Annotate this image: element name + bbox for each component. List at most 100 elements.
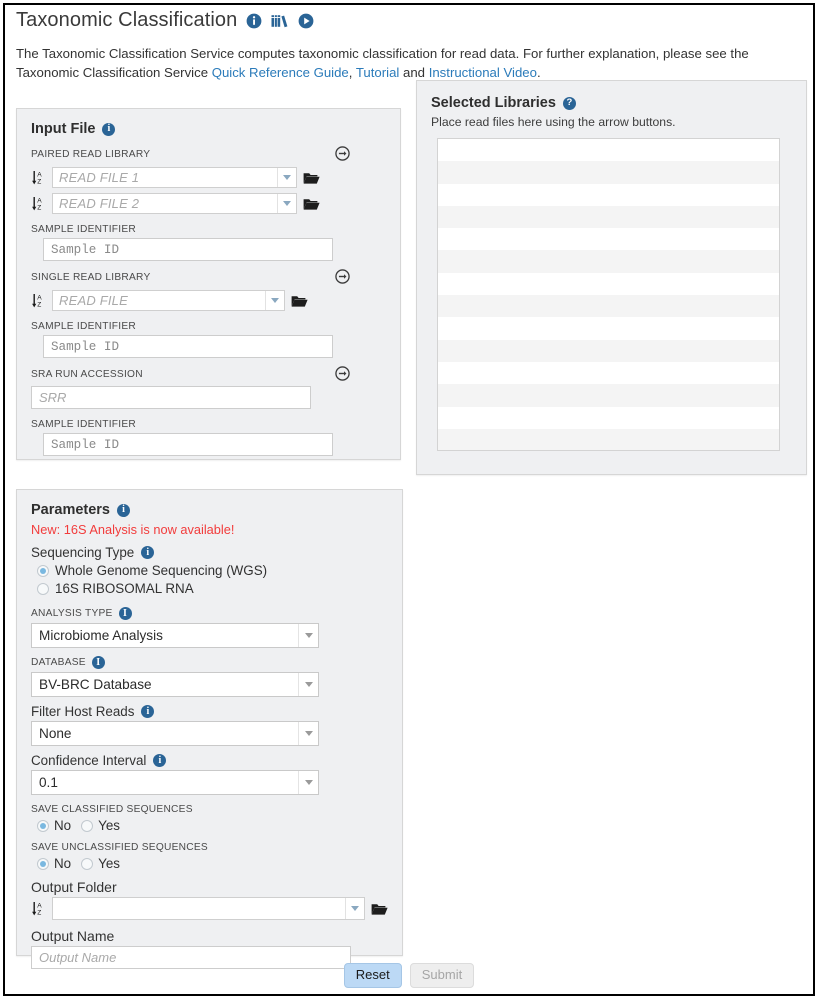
input-file-title-text: Input File	[31, 121, 96, 137]
read-file-1-dropdown-caret[interactable]	[277, 168, 296, 187]
browse-folder-icon-single[interactable]	[291, 294, 308, 308]
radio-button-save-unclassified-yes[interactable]	[81, 857, 94, 870]
sample-id-input-single[interactable]: Sample ID	[43, 335, 333, 358]
selected-library-row[interactable]	[438, 384, 779, 407]
submit-button[interactable]: Submit	[409, 963, 475, 989]
browse-folder-icon-output[interactable]	[371, 902, 388, 916]
add-sra-run-button[interactable]	[335, 366, 350, 386]
save-classified-no-option[interactable]: No	[37, 818, 71, 833]
filter-host-reads-select[interactable]: None	[31, 721, 319, 746]
link-instructional-video[interactable]: Instructional Video	[429, 65, 537, 80]
filter-host-reads-caret[interactable]	[298, 722, 318, 745]
radio-label-save-unclassified-no: No	[54, 856, 72, 871]
read-file-2-dropdown-caret[interactable]	[277, 194, 296, 213]
arrow-right-circle-icon	[335, 146, 350, 161]
sort-az-icon-single-read[interactable]: A Z	[31, 292, 46, 309]
selected-library-row[interactable]	[438, 139, 779, 162]
sample-id-input-paired[interactable]: Sample ID	[43, 238, 333, 261]
sample-identifier-label-sra: SAMPLE IDENTIFIER	[31, 419, 386, 430]
filter-host-reads-info-icon[interactable]: i	[141, 705, 155, 718]
radio-button-save-classified-no[interactable]	[37, 819, 49, 832]
analysis-type-caret[interactable]	[298, 624, 318, 647]
play-video-icon[interactable]	[298, 13, 314, 29]
link-tutorial[interactable]: Tutorial	[356, 65, 399, 80]
output-folder-label-text: Output Folder	[31, 879, 117, 895]
read-file-2-combobox[interactable]: READ FILE 2	[52, 193, 297, 214]
link-quick-reference-guide[interactable]: Quick Reference Guide	[212, 65, 349, 80]
sample-id-placeholder-paired: Sample ID	[51, 242, 120, 257]
browse-folder-icon-read1[interactable]	[303, 171, 320, 185]
database-caret[interactable]	[298, 673, 318, 696]
save-unclassified-label-text: SAVE UNCLASSIFIED SEQUENCES	[31, 842, 208, 853]
radio-sequencing-16s[interactable]: 16S RIBOSOMAL RNA	[37, 581, 388, 596]
radio-button-wgs[interactable]	[37, 564, 49, 577]
selected-libraries-subtitle: Place read files here using the arrow bu…	[431, 115, 676, 129]
selected-library-row[interactable]	[438, 406, 779, 429]
database-value: BV-BRC Database	[39, 677, 152, 692]
svg-text:A: A	[37, 172, 42, 179]
info-circle-icon[interactable]	[246, 13, 262, 29]
single-read-library-label-text: SINGLE READ LIBRARY	[31, 272, 151, 283]
selected-libraries-title-text: Selected Libraries	[431, 95, 556, 111]
sample-id-input-sra[interactable]: Sample ID	[43, 433, 333, 456]
database-select[interactable]: BV-BRC Database	[31, 672, 319, 697]
save-classified-yes-option[interactable]: Yes	[81, 818, 120, 833]
sequencing-type-info-icon[interactable]: i	[141, 546, 155, 559]
selected-library-row[interactable]	[438, 228, 779, 251]
svg-text:Z: Z	[37, 910, 41, 917]
save-unclassified-yes-option[interactable]: Yes	[81, 856, 120, 871]
confidence-interval-label-text: Confidence Interval	[31, 753, 147, 768]
parameters-title: Parameters i	[31, 502, 388, 518]
desc-sep-2: and	[399, 65, 429, 80]
save-classified-label-text: SAVE CLASSIFIED SEQUENCES	[31, 804, 193, 815]
sample-identifier-label-single-text: SAMPLE IDENTIFIER	[31, 321, 137, 332]
confidence-interval-caret[interactable]	[298, 771, 318, 794]
selected-library-row[interactable]	[438, 272, 779, 296]
confidence-interval-info-icon[interactable]: i	[153, 754, 167, 767]
selected-libraries-help-icon[interactable]: ?	[562, 96, 576, 110]
parameters-info-icon[interactable]: i	[117, 503, 130, 517]
sample-identifier-label-paired: SAMPLE IDENTIFIER	[31, 224, 386, 235]
sort-az-icon-output-folder[interactable]: A Z	[31, 900, 46, 917]
analysis-type-select[interactable]: Microbiome Analysis	[31, 623, 319, 648]
output-folder-combobox[interactable]	[52, 897, 365, 920]
selected-library-row[interactable]	[438, 161, 779, 184]
read-file-combobox-single[interactable]: READ FILE	[52, 290, 285, 311]
radio-sequencing-wgs[interactable]: Whole Genome Sequencing (WGS)	[37, 563, 388, 578]
selected-library-row[interactable]	[438, 428, 779, 450]
radio-button-save-unclassified-no[interactable]	[37, 857, 49, 870]
database-info-icon[interactable]: i	[91, 656, 105, 669]
sra-run-accession-label-text: SRA RUN ACCESSION	[31, 369, 143, 380]
analysis-type-info-icon[interactable]: i	[118, 607, 132, 620]
output-folder-caret[interactable]	[345, 898, 364, 919]
add-single-library-button[interactable]	[335, 269, 350, 289]
radio-button-save-classified-yes[interactable]	[81, 819, 94, 832]
sra-run-accession-input[interactable]: SRR	[31, 386, 311, 409]
add-paired-library-button[interactable]	[335, 146, 350, 166]
selected-library-row[interactable]	[438, 250, 779, 273]
input-file-info-icon[interactable]: i	[102, 122, 116, 136]
selected-library-row[interactable]	[438, 183, 779, 206]
selected-library-row[interactable]	[438, 317, 779, 340]
selected-library-row[interactable]	[438, 361, 779, 385]
sort-az-icon-read1[interactable]: A Z	[31, 169, 46, 186]
browse-folder-icon-read2[interactable]	[303, 197, 320, 211]
selected-library-row[interactable]	[438, 295, 779, 318]
save-unclassified-radio-group: No Yes	[37, 856, 388, 871]
read-file-single-dropdown-caret[interactable]	[265, 291, 284, 310]
confidence-interval-select[interactable]: 0.1	[31, 770, 319, 795]
reset-button[interactable]: Reset	[343, 963, 402, 989]
selected-libraries-list[interactable]	[437, 138, 780, 451]
sort-az-icon-read2[interactable]: A Z	[31, 195, 46, 212]
new-feature-notice: New: 16S Analysis is now available!	[31, 522, 235, 537]
single-read-library-label: SINGLE READ LIBRARY	[31, 272, 151, 283]
selected-library-row[interactable]	[438, 339, 779, 362]
radio-button-16s[interactable]	[37, 582, 49, 595]
confidence-interval-label: Confidence Interval i	[31, 753, 388, 768]
paired-read-library-label-text: PAIRED READ LIBRARY	[31, 149, 151, 160]
selected-library-row[interactable]	[438, 205, 779, 229]
confidence-interval-value: 0.1	[39, 775, 58, 790]
save-unclassified-no-option[interactable]: No	[37, 856, 71, 871]
library-books-icon[interactable]	[271, 13, 289, 29]
read-file-1-combobox[interactable]: READ FILE 1	[52, 167, 297, 188]
